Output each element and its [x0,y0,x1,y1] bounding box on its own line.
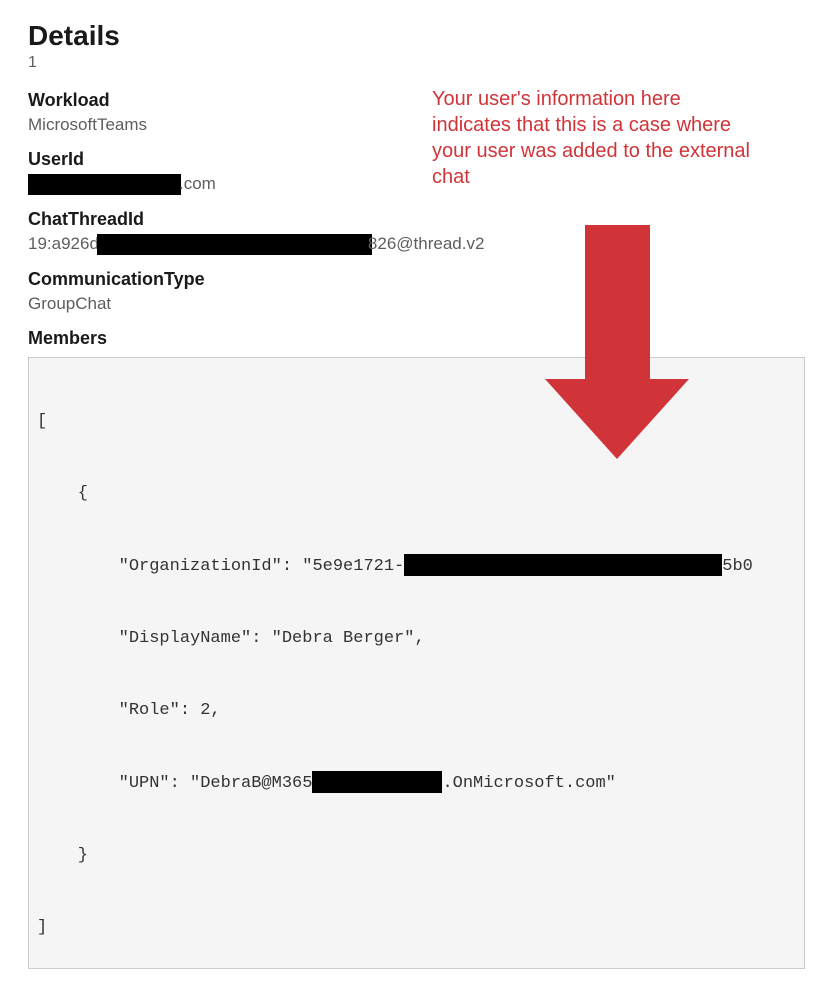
details-count: 1 [28,54,805,72]
code-text: "OrganizationId": "5e9e1721- [37,557,404,576]
code-line: [ [37,410,796,434]
chatthreadid-suffix: 826@thread.v2 [368,234,485,253]
code-line: "Role": 2, [37,699,796,723]
workload-value: MicrosoftTeams [28,115,805,135]
chatthreadid-label: ChatThreadId [28,209,805,230]
userid-suffix: .com [179,174,216,193]
communicationtype-label: CommunicationType [28,269,805,290]
members-json-block: [ { "OrganizationId": "5e9e1721- 5b0 "Dis… [28,357,805,969]
code-line: "UPN": "DebraB@M365 .OnMicrosoft.com" [37,771,796,796]
userid-label: UserId [28,149,805,170]
redaction-block [28,174,181,195]
userid-value: .com [28,174,805,195]
members-label: Members [28,328,805,349]
communicationtype-value: GroupChat [28,294,805,314]
code-line: "OrganizationId": "5e9e1721- 5b0 [37,554,796,579]
code-text: .OnMicrosoft.com" [442,774,615,793]
code-line: { [37,482,796,506]
chatthreadid-value: 19:a926d 826@thread.v2 [28,234,805,255]
redaction-block [97,234,372,255]
chatthreadid-prefix: 19:a926d [28,234,99,253]
redaction-block [404,554,722,576]
code-line: "DisplayName": "Debra Berger", [37,627,796,651]
page-title: Details [28,20,805,52]
code-line: } [37,844,796,868]
redaction-block [312,771,442,793]
workload-label: Workload [28,90,805,111]
code-text: 5b0 [722,557,753,576]
code-line: ] [37,916,796,940]
code-text: "UPN": "DebraB@M365 [37,774,312,793]
